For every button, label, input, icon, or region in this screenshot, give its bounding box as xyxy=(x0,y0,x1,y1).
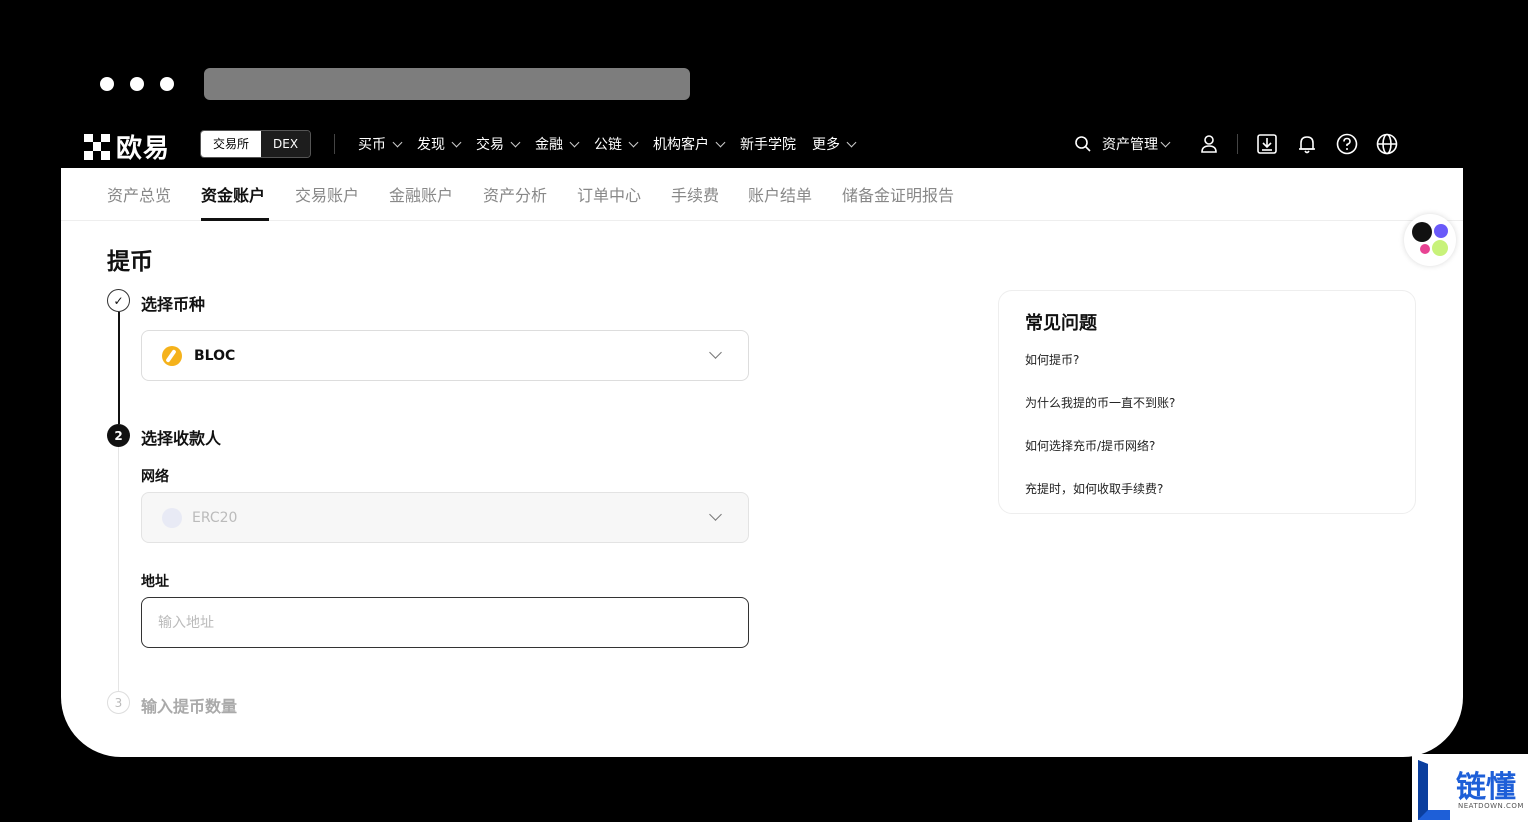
help-icon[interactable] xyxy=(1336,133,1358,155)
step-3-badge: 3 xyxy=(107,691,130,714)
logo-text: 欧易 xyxy=(116,134,171,164)
window-dot[interactable] xyxy=(130,77,144,91)
chevron-down-icon xyxy=(392,137,403,147)
assistant-dot xyxy=(1432,240,1448,256)
assistant-dot xyxy=(1412,222,1432,242)
window-controls xyxy=(100,77,174,91)
asset-management-menu[interactable]: 资产管理 xyxy=(1102,134,1171,154)
step-connector xyxy=(118,447,119,691)
step-2-label: 选择收款人 xyxy=(141,429,222,448)
assistant-button[interactable] xyxy=(1404,214,1456,266)
faq-title: 常见问题 xyxy=(1025,313,1097,334)
menu-item-finance[interactable]: 金融 xyxy=(535,134,580,154)
step-1-check-icon: ✓ xyxy=(107,289,130,312)
faq-item[interactable]: 充提时，如何收取手续费? xyxy=(1025,480,1163,497)
faq-item[interactable]: 如何选择充币/提币网络? xyxy=(1025,437,1155,454)
chevron-down-icon xyxy=(510,137,521,147)
menu-item-more[interactable]: 更多 xyxy=(812,134,857,154)
faq-item[interactable]: 为什么我提的币一直不到账? xyxy=(1025,394,1175,411)
chevron-down-icon xyxy=(709,508,722,521)
window-dot[interactable] xyxy=(100,77,114,91)
menu-item-trade[interactable]: 交易 xyxy=(476,134,521,154)
watermark-logo: 链懂 NEATDOWN.COM xyxy=(1412,754,1528,822)
assistant-dot xyxy=(1420,244,1430,254)
menu-item-chain[interactable]: 公链 xyxy=(594,134,639,154)
menu-item-institutional[interactable]: 机构客户 xyxy=(653,134,726,154)
tab-asset-overview[interactable]: 资产总览 xyxy=(107,182,171,206)
brand-subtitle: NEATDOWN.COM xyxy=(1458,802,1524,810)
menu-item-academy[interactable]: 新手学院 xyxy=(740,134,796,154)
active-tab-indicator xyxy=(201,218,269,221)
exchange-toggle[interactable]: 交易所 xyxy=(201,131,262,157)
tab-asset-analysis[interactable]: 资产分析 xyxy=(483,182,547,206)
step-1-label: 选择币种 xyxy=(141,295,206,314)
header-tools: 资产管理 xyxy=(1074,120,1416,168)
tab-fees[interactable]: 手续费 xyxy=(671,182,719,206)
bloc-coin-icon xyxy=(162,345,182,366)
dex-toggle[interactable]: DEX xyxy=(261,131,311,157)
brand-logo-icon xyxy=(1418,760,1450,820)
download-icon[interactable] xyxy=(1256,133,1278,155)
bell-icon[interactable] xyxy=(1296,133,1318,155)
step-3-label: 输入提币数量 xyxy=(141,697,238,716)
chevron-down-icon xyxy=(1160,137,1171,147)
user-icon[interactable] xyxy=(1199,134,1219,154)
menu-item-buy[interactable]: 买币 xyxy=(358,134,403,154)
ethereum-network-icon xyxy=(162,507,182,528)
divider xyxy=(1237,134,1238,154)
window-dot[interactable] xyxy=(160,77,174,91)
chevron-down-icon xyxy=(628,137,639,147)
network-label: 网络 xyxy=(141,469,169,485)
main-menu: 买币 发现 交易 金融 公链 机构客户 新手学院 更多 xyxy=(358,120,871,168)
menu-item-discover[interactable]: 发现 xyxy=(417,134,462,154)
address-label: 地址 xyxy=(141,574,169,590)
faq-panel: 常见问题 如何提币? 为什么我提的币一直不到账? 如何选择充币/提币网络? 充提… xyxy=(998,290,1416,514)
chevron-down-icon xyxy=(846,137,857,147)
okx-logo[interactable]: 欧易 xyxy=(84,128,170,165)
tab-order-center[interactable]: 订单中心 xyxy=(577,182,641,206)
chevron-down-icon xyxy=(569,137,580,147)
network-select[interactable]: ERC20 xyxy=(141,492,749,543)
assistant-dot xyxy=(1434,224,1448,238)
tab-trading-account[interactable]: 交易账户 xyxy=(295,182,359,206)
network-select-value: ERC20 xyxy=(192,509,238,526)
page-title: 提币 xyxy=(107,249,153,275)
search-icon[interactable] xyxy=(1074,135,1092,153)
address-input[interactable] xyxy=(141,597,749,648)
top-navigation: 欧易 交易所 DEX 买币 发现 交易 金融 公链 机构客户 新手学院 更多 资… xyxy=(62,120,1462,168)
coin-select[interactable]: BLOC xyxy=(141,330,749,381)
tab-finance-account[interactable]: 金融账户 xyxy=(389,182,453,206)
okx-logo-icon xyxy=(84,133,110,160)
main-content-card: 资产总览 资金账户 交易账户 金融账户 资产分析 订单中心 手续费 账户结单 储… xyxy=(61,168,1463,757)
exchange-dex-switch: 交易所 DEX xyxy=(200,130,312,158)
step-connector xyxy=(118,312,120,424)
faq-item[interactable]: 如何提币? xyxy=(1025,351,1079,368)
globe-icon[interactable] xyxy=(1376,133,1398,155)
tab-funding-account[interactable]: 资金账户 xyxy=(201,182,265,206)
address-bar[interactable] xyxy=(204,68,690,100)
brand-name: 链懂 xyxy=(1456,770,1516,805)
chevron-down-icon xyxy=(715,137,726,147)
tab-statements[interactable]: 账户结单 xyxy=(748,182,812,206)
step-2-badge: 2 xyxy=(107,424,130,447)
coin-select-value: BLOC xyxy=(194,347,236,364)
chevron-down-icon xyxy=(451,137,462,147)
divider xyxy=(334,134,335,154)
chevron-down-icon xyxy=(709,346,722,359)
account-tabs: 资产总览 资金账户 交易账户 金融账户 资产分析 订单中心 手续费 账户结单 储… xyxy=(61,168,1463,221)
tab-proof-of-reserves[interactable]: 储备金证明报告 xyxy=(842,182,954,206)
